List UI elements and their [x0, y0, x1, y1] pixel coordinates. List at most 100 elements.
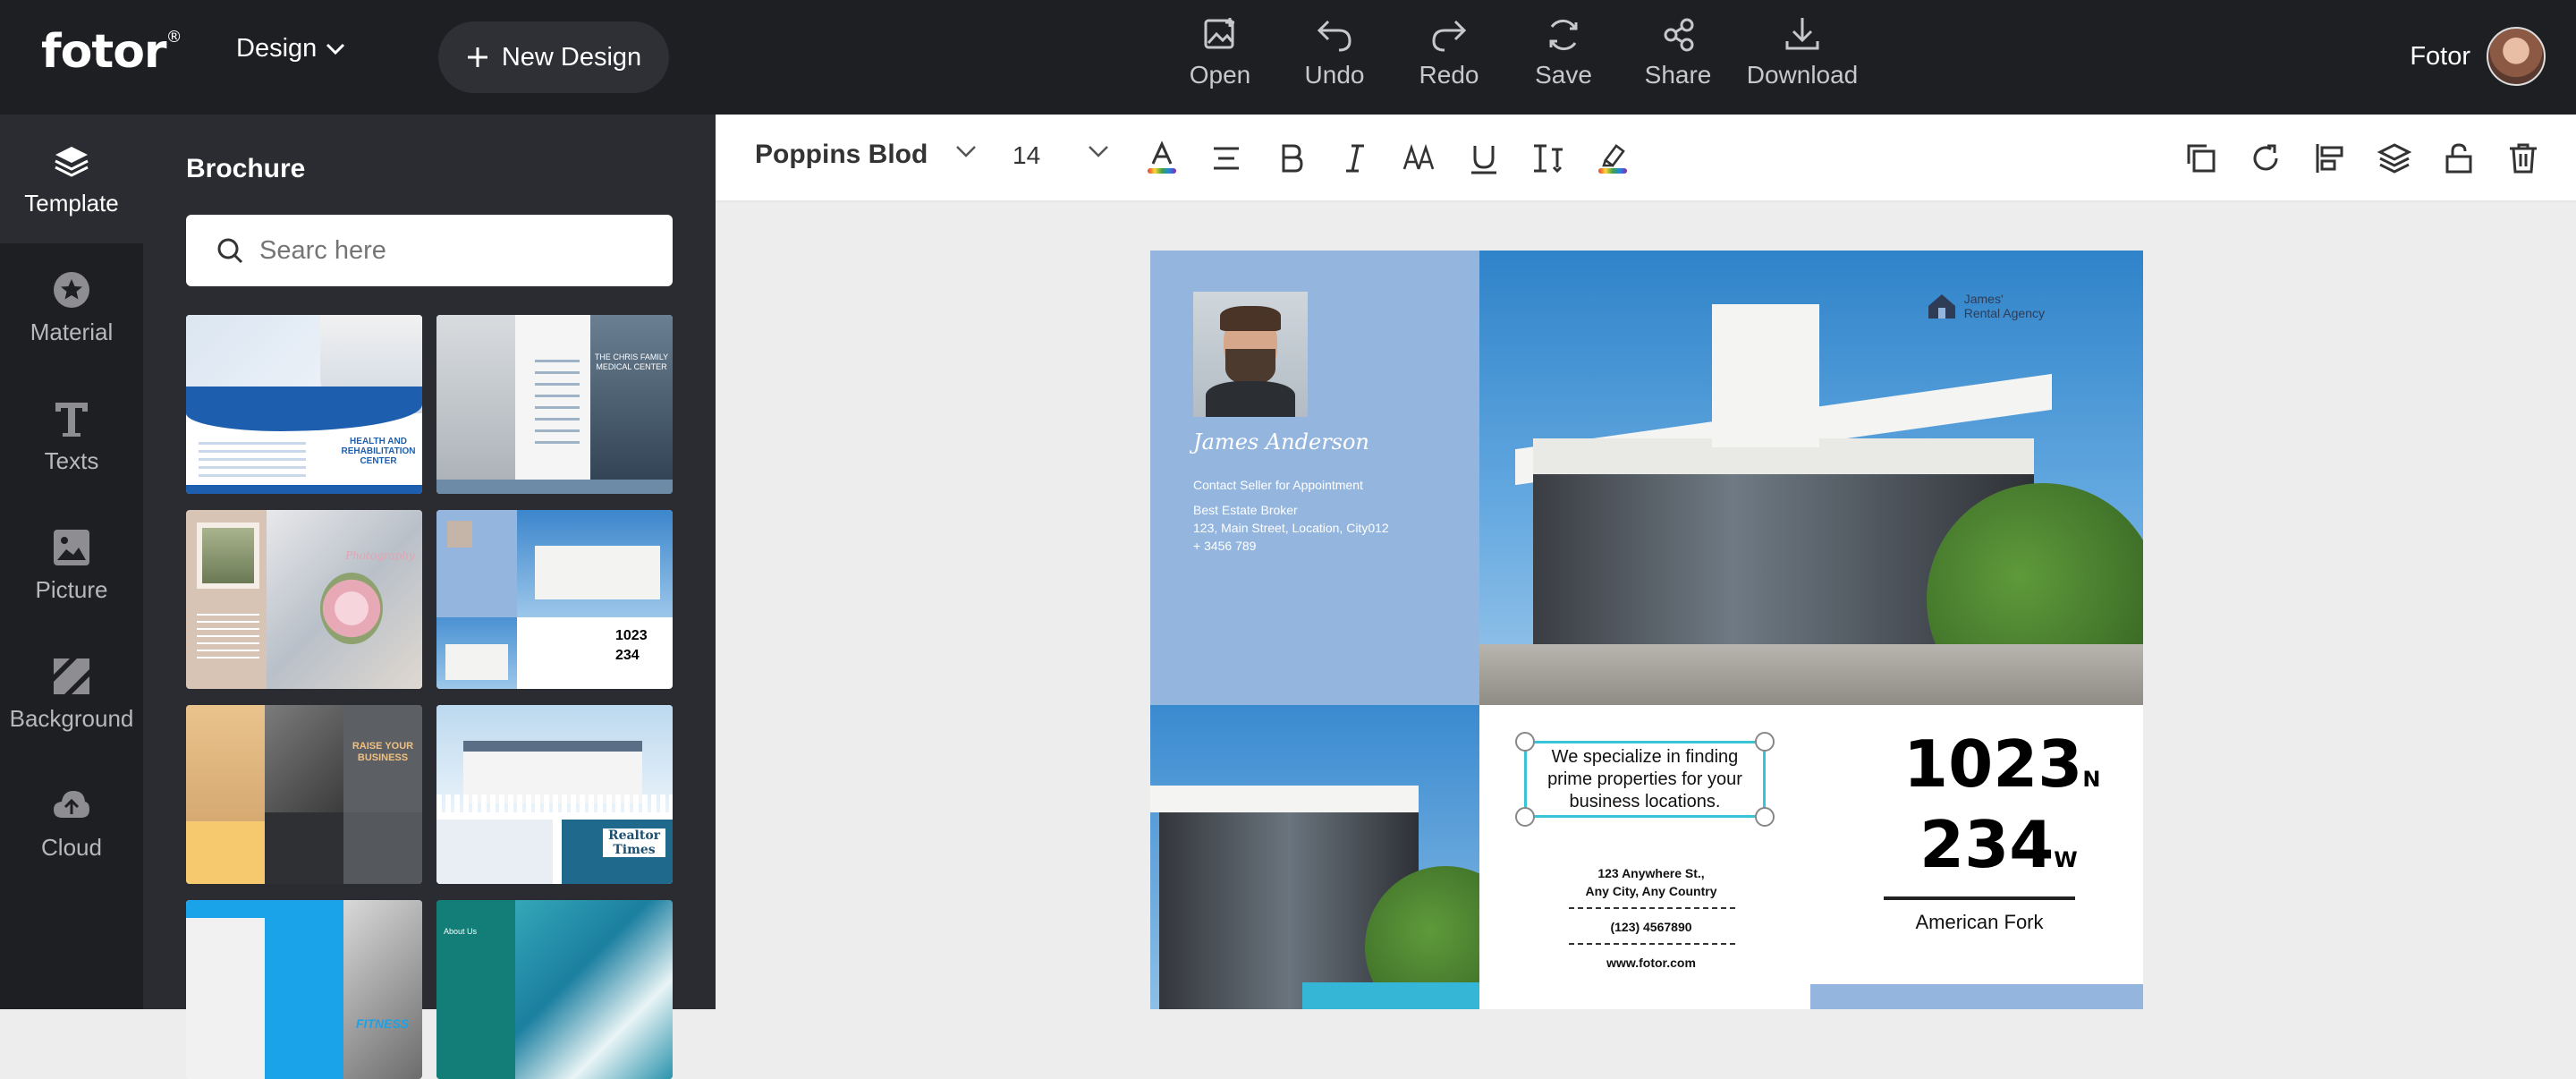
template-health-rehab[interactable]: HEALTH AND REHABILITATION CENTER — [186, 315, 422, 494]
sidebar-item-background[interactable]: Background — [0, 630, 143, 759]
sidebar-item-material[interactable]: Material — [0, 243, 143, 372]
agent-photo[interactable] — [1193, 292, 1308, 417]
design-menu-label: Design — [236, 34, 318, 63]
text-color-button[interactable] — [1141, 138, 1182, 179]
template-fitness[interactable]: FITNESS — [186, 900, 422, 1079]
fotor-logo[interactable]: fotor® — [41, 25, 182, 79]
sidebar-item-cloud[interactable]: Cloud — [0, 759, 143, 888]
specialize-text[interactable]: We specialize in finding prime propertie… — [1527, 746, 1763, 813]
resize-handle-top-left[interactable] — [1515, 732, 1535, 752]
contact-address-2[interactable]: Any City, Any Country — [1544, 884, 1758, 898]
chevron-down-icon[interactable] — [1088, 145, 1109, 157]
text-icon — [55, 402, 88, 437]
align-left-button[interactable] — [2309, 138, 2351, 179]
user-menu[interactable]: Fotor — [2410, 27, 2546, 86]
selected-text-box[interactable]: We specialize in finding prime propertie… — [1524, 741, 1766, 818]
download-icon — [1785, 18, 1819, 50]
save-button[interactable]: Save — [1506, 14, 1621, 89]
coordinate-number-2[interactable]: 234W — [1919, 807, 2078, 882]
house-photo-main[interactable]: James' Rental Agency — [1479, 251, 2143, 705]
contact-website[interactable]: www.fotor.com — [1544, 956, 1758, 970]
background-icon — [54, 658, 89, 694]
spacing-button[interactable] — [1528, 138, 1569, 179]
contact-phone[interactable]: (123) 4567890 — [1544, 920, 1758, 934]
duplicate-button[interactable] — [2181, 138, 2222, 179]
letter-case-button[interactable] — [1399, 138, 1440, 179]
share-icon — [1664, 18, 1694, 52]
contact-line[interactable]: Contact Seller for Appointment — [1193, 478, 1363, 492]
redo-button[interactable]: Redo — [1392, 14, 1506, 89]
align-button[interactable] — [1206, 138, 1247, 179]
agent-panel[interactable]: James Anderson Contact Seller for Appoin… — [1150, 251, 1479, 705]
agent-address[interactable]: 123, Main Street, Location, City012 — [1193, 521, 1389, 535]
align-center-icon — [1214, 147, 1239, 170]
search-box[interactable] — [186, 215, 673, 286]
agency-logo[interactable]: James' Rental Agency — [1927, 292, 2045, 320]
template-grid: HEALTH AND REHABILITATION CENTER THE CHR… — [186, 315, 673, 1079]
open-button[interactable]: Open — [1163, 14, 1277, 89]
undo-icon — [1317, 20, 1352, 52]
share-button[interactable]: Share — [1621, 14, 1735, 89]
city-label[interactable]: American Fork — [1884, 911, 2075, 934]
template-photography[interactable]: Photography — [186, 510, 422, 689]
agent-role[interactable]: Best Estate Broker — [1193, 503, 1298, 517]
underline-icon — [1471, 146, 1496, 174]
lock-icon — [2445, 143, 2472, 174]
picture-icon — [54, 529, 89, 565]
star-icon — [54, 271, 89, 308]
template-realtor-times[interactable]: Realtor Times — [436, 705, 673, 884]
sidebar-item-label: Background — [9, 704, 134, 732]
sidebar-item-texts[interactable]: Texts — [0, 372, 143, 501]
panel-title: Brochure — [186, 154, 306, 183]
template-real-estate[interactable]: 1023 234 — [436, 510, 673, 689]
agent-name[interactable]: James Anderson — [1193, 429, 1369, 455]
font-family-select[interactable]: Poppins Blod — [755, 140, 928, 170]
coordinate-number-1[interactable]: 1023N — [1903, 726, 2100, 802]
duplicate-icon — [2187, 144, 2216, 173]
undo-label: Undo — [1304, 61, 1365, 89]
agent-phone[interactable]: + 3456 789 — [1193, 539, 1256, 553]
font-size-select[interactable]: 14 — [1013, 141, 1040, 170]
template-text: 1023 234 — [615, 628, 648, 663]
open-label: Open — [1189, 61, 1251, 89]
line-spacing-icon — [1534, 144, 1563, 174]
chevron-down-icon[interactable] — [955, 145, 977, 157]
italic-button[interactable] — [1335, 138, 1376, 179]
rotate-button[interactable] — [2245, 138, 2286, 179]
undo-button[interactable]: Undo — [1277, 14, 1392, 89]
avatar[interactable] — [2487, 27, 2546, 86]
template-medical-center[interactable]: THE CHRIS FAMILY MEDICAL CENTER — [436, 315, 673, 494]
layers-button[interactable] — [2374, 138, 2415, 179]
main-toolbar: Open Undo Redo Save Share Download — [1163, 14, 1869, 89]
lock-button[interactable] — [2438, 138, 2479, 179]
house-photo-secondary[interactable] — [1150, 705, 1479, 1009]
new-design-label: New Design — [501, 42, 642, 72]
new-design-button[interactable]: New Design — [438, 21, 669, 93]
design-menu[interactable]: Design — [236, 34, 345, 64]
design-canvas[interactable]: James Anderson Contact Seller for Appoin… — [1150, 251, 2143, 1009]
template-ocean[interactable]: About Us — [436, 900, 673, 1079]
sidebar-item-picture[interactable]: Picture — [0, 501, 143, 630]
bold-button[interactable] — [1270, 138, 1311, 179]
divider — [1569, 907, 1735, 909]
underline-button[interactable] — [1463, 138, 1504, 179]
resize-handle-bottom-right[interactable] — [1755, 807, 1775, 827]
sidebar-item-label: Material — [30, 318, 114, 345]
divider — [1569, 943, 1735, 945]
resize-handle-top-right[interactable] — [1755, 732, 1775, 752]
contact-address-1[interactable]: 123 Anywhere St., — [1544, 866, 1758, 880]
resize-handle-bottom-left[interactable] — [1515, 807, 1535, 827]
search-input[interactable] — [259, 235, 635, 266]
template-business[interactable]: RAISE YOUR BUSINESS — [186, 705, 422, 884]
save-label: Save — [1535, 61, 1592, 89]
open-image-icon — [1204, 18, 1234, 49]
sidebar-item-template[interactable]: Template — [0, 115, 143, 243]
redo-label: Redo — [1419, 61, 1479, 89]
template-text: FITNESS — [356, 1016, 410, 1031]
text-color-icon — [1148, 140, 1176, 174]
download-label: Download — [1746, 61, 1859, 89]
redo-icon — [1432, 20, 1467, 52]
download-button[interactable]: Download — [1735, 14, 1869, 89]
highlight-button[interactable] — [1592, 138, 1633, 179]
delete-button[interactable] — [2503, 138, 2544, 179]
